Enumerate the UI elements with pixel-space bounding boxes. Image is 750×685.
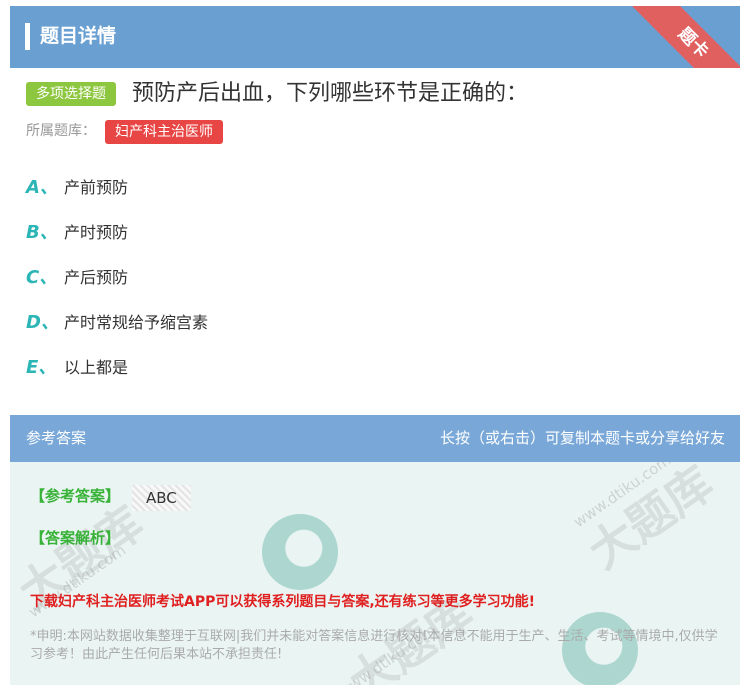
option-letter: A、 xyxy=(26,177,58,198)
answer-section-label: 参考答案 xyxy=(26,429,87,447)
answer-label: 【参考答案】 xyxy=(30,487,121,505)
analysis-label: 【答案解析】 xyxy=(30,529,121,547)
answer-section-body: 大题库 www.dtiku.com 大题库 www.dtiku.com 大题库 … xyxy=(10,462,740,685)
bank-label: 所属题库： xyxy=(26,123,96,139)
option-c[interactable]: C、 产后预防 xyxy=(26,264,128,292)
bank-link[interactable]: 妇产科主治医师 xyxy=(105,120,223,144)
option-letter: C、 xyxy=(26,267,58,288)
corner-ribbon: 题卡 xyxy=(630,6,740,68)
option-e[interactable]: E、 以上都是 xyxy=(26,354,128,382)
option-text: 产前预防 xyxy=(64,178,129,197)
ribbon-label: 题卡 xyxy=(630,6,740,68)
option-text: 产后预防 xyxy=(64,268,129,287)
option-text: 产时常规给予缩宫素 xyxy=(64,313,209,332)
answer-section-header: 参考答案 长按（或右击）可复制本题卡或分享给好友 xyxy=(10,415,740,462)
page-title: 题目详情 xyxy=(40,25,117,47)
option-a[interactable]: A、 产前预防 xyxy=(26,174,128,202)
disclaimer-text: *申明:本网站数据收集整理于互联网|我们并未能对答案信息进行核对!本信息不能用于… xyxy=(30,629,718,662)
option-letter: D、 xyxy=(26,312,59,333)
share-hint: 长按（或右击）可复制本题卡或分享给好友 xyxy=(439,429,725,447)
answer-value: ABC xyxy=(132,485,191,511)
option-text: 以上都是 xyxy=(64,358,129,377)
page-header: 题目详情 题卡 xyxy=(10,6,740,68)
option-letter: B、 xyxy=(26,222,58,243)
option-b[interactable]: B、 产时预防 xyxy=(26,219,128,247)
watermark-logo-icon xyxy=(262,514,338,590)
question-text: 预防产后出血，下列哪些环节是正确的： xyxy=(132,81,529,106)
question-type-badge: 多项选择题 xyxy=(26,82,116,106)
title-accent-bar xyxy=(25,23,30,50)
option-d[interactable]: D、 产时常规给予缩宫素 xyxy=(26,309,208,337)
option-text: 产时预防 xyxy=(64,223,129,242)
option-letter: E、 xyxy=(26,357,57,378)
app-download-promo[interactable]: 下载妇产科主治医师考试APP可以获得系列题目与答案,还有练习等更多学习功能! xyxy=(30,591,535,613)
